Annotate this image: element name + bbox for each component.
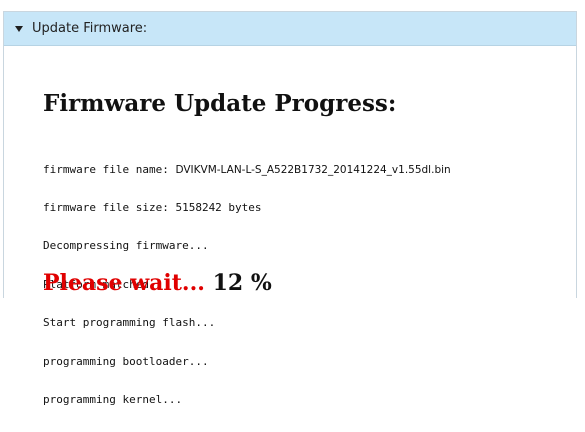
progress-heading: Firmware Update Progress: [43,90,397,117]
section-title: Update Firmware: [32,21,148,36]
progress-status: Please wait... 12 % [43,270,272,296]
log-filename-value: DVIKVM-LAN-L-S_A522B1732_20141224_v1.55d… [175,163,451,176]
please-wait-text: Please wait... [43,270,205,296]
log-line: programming bootloader... [43,354,209,368]
update-firmware-section-toggle[interactable]: Update Firmware: [4,12,576,46]
firmware-progress-content: Firmware Update Progress: firmware file … [4,46,576,406]
progress-percent: 12 % [212,270,272,296]
log-line: Decompressing firmware... [43,239,209,253]
caret-down-icon [15,25,23,32]
log-line-filename: firmware file name: DVIKVM-LAN-L-S_A522B… [43,162,451,177]
log-line: programming kernel... [43,392,183,406]
log-line: Start programming flash... [43,316,216,330]
log-filename-prefix: firmware file name: [43,162,176,176]
update-firmware-panel: Update Firmware: Firmware Update Progres… [3,11,577,406]
log-line: firmware file size: 5158242 bytes [43,200,262,214]
